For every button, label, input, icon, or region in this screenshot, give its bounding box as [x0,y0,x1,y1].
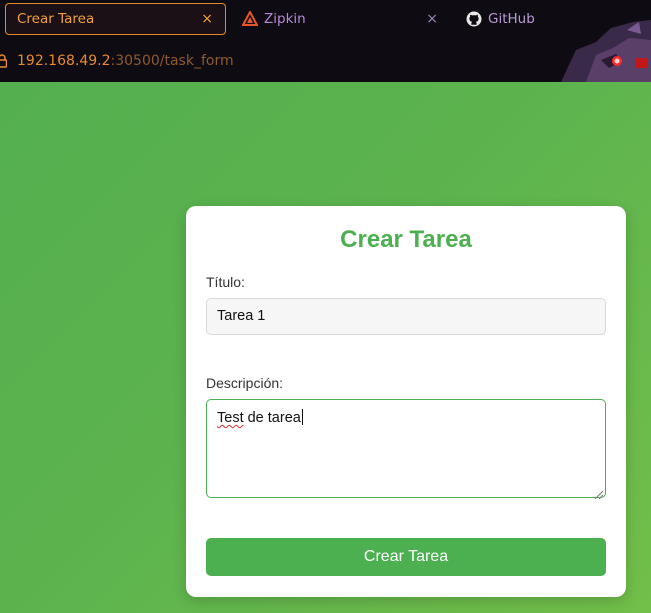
lock-warning-icon[interactable] [0,54,7,68]
tab-crear-tarea[interactable]: Crear Tarea × [5,3,226,35]
description-text: de tarea [243,410,301,426]
description-label: Descripción: [206,375,284,391]
page-background: Crear Tarea Título: Tarea 1 Descripción:… [0,82,651,613]
resize-handle-icon[interactable] [594,486,604,500]
browser-theme-artwork [541,20,651,82]
close-icon[interactable]: × [201,11,213,27]
misspelled-word: Test [217,410,244,426]
browser-chrome: Crear Tarea × Zipkin × GitHub 192.168.49… [0,0,651,82]
tab-title: Zipkin [264,11,306,27]
create-task-button[interactable]: Crear Tarea [206,538,606,576]
tab-title: GitHub [488,11,535,27]
title-input[interactable]: Tarea 1 [206,298,606,335]
task-form-card: Crear Tarea Título: Tarea 1 Descripción:… [186,206,626,597]
zipkin-icon [242,11,258,27]
github-icon [466,11,482,27]
text-caret [301,409,303,425]
url-host: 192.168.49.2 [17,53,111,69]
url-path: :30500/task_form [110,53,234,69]
form-title: Crear Tarea [340,226,472,253]
tab-zipkin[interactable]: Zipkin × [234,3,446,35]
close-icon[interactable]: × [426,11,438,27]
title-label: Título: [206,274,245,290]
tab-title: Crear Tarea [17,11,95,27]
description-textarea[interactable]: Test de tarea [206,399,606,500]
